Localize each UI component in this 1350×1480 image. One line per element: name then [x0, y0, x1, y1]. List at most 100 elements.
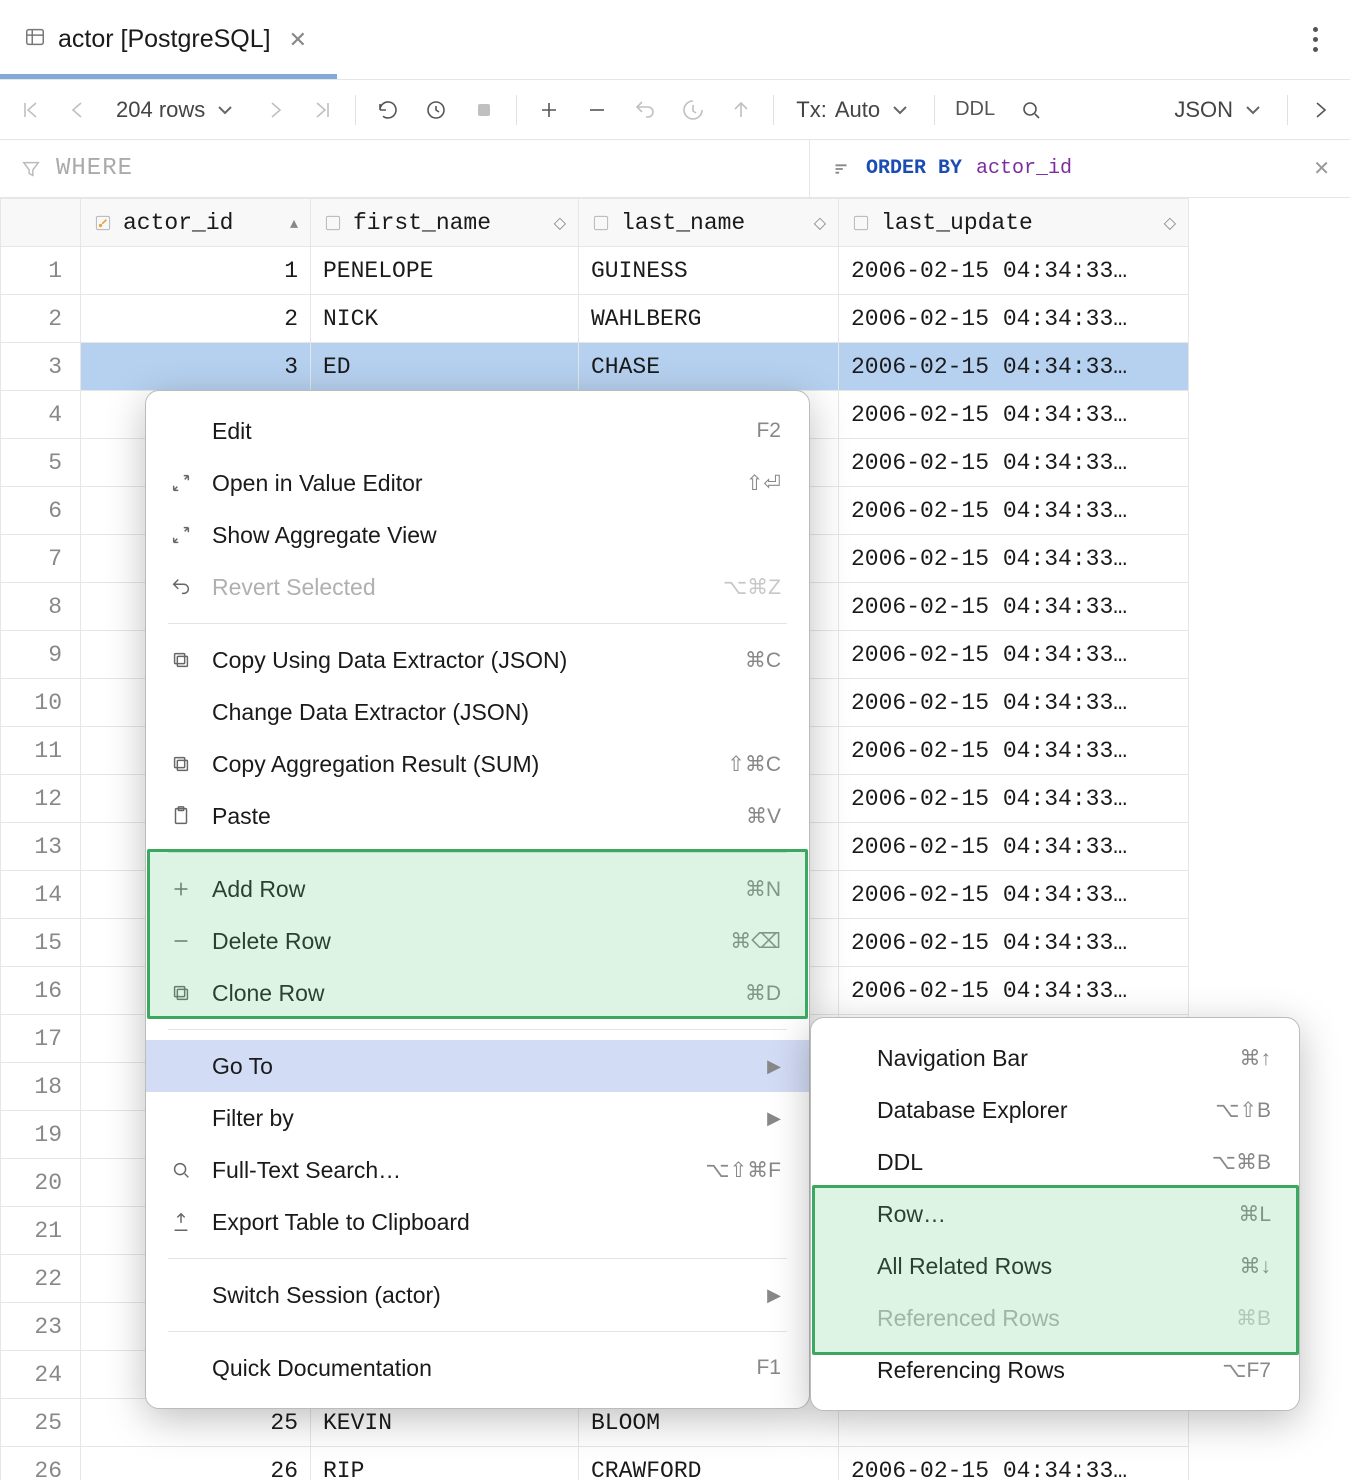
cell-last-name[interactable]: GUINESS	[579, 247, 839, 295]
cell-actor-id[interactable]: 1	[81, 247, 311, 295]
cell-last-update[interactable]: 2006-02-15 04:34:33…	[839, 583, 1189, 631]
more-menu-icon[interactable]	[1301, 27, 1330, 52]
table-row[interactable]: 33EDCHASE2006-02-15 04:34:33…	[1, 343, 1189, 391]
expand-icon	[168, 524, 194, 546]
first-page-button[interactable]	[8, 88, 52, 132]
column-icon	[591, 213, 611, 233]
cell-first-name[interactable]: NICK	[311, 295, 579, 343]
column-header-first-name[interactable]: first_name ◇	[311, 199, 579, 247]
menu-paste[interactable]: Paste⌘V	[146, 790, 809, 842]
tx-mode-dropdown[interactable]: Tx: Auto	[784, 97, 924, 123]
cell-last-update[interactable]: 2006-02-15 04:34:33…	[839, 871, 1189, 919]
row-count-label: 204 rows	[116, 97, 205, 123]
menu-export-clipboard[interactable]: Export Table to Clipboard	[146, 1196, 809, 1248]
menu-filter-by[interactable]: Filter by▶	[146, 1092, 809, 1144]
menu-switch-session[interactable]: Switch Session (actor)▶	[146, 1269, 809, 1321]
submenu-all-related-rows[interactable]: All Related Rows⌘↓	[811, 1240, 1299, 1292]
menu-edit[interactable]: EditF2	[146, 405, 809, 457]
expand-button[interactable]	[1298, 88, 1342, 132]
cell-actor-id[interactable]: 3	[81, 343, 311, 391]
revert-button[interactable]	[623, 88, 667, 132]
prev-page-button[interactable]	[56, 88, 100, 132]
table-row[interactable]: 22NICKWAHLBERG2006-02-15 04:34:33…	[1, 295, 1189, 343]
column-header-actor-id[interactable]: actor_id ▴	[81, 199, 311, 247]
column-header-last-update[interactable]: last_update ◇	[839, 199, 1189, 247]
cell-last-update[interactable]: 2006-02-15 04:34:33…	[839, 967, 1189, 1015]
tab-bar: actor [PostgreSQL] ✕	[0, 0, 1350, 80]
row-count-dropdown[interactable]: 204 rows	[104, 97, 249, 123]
row-gutter: 13	[1, 823, 81, 871]
cell-last-update[interactable]: 2006-02-15 04:34:33…	[839, 823, 1189, 871]
menu-quick-doc[interactable]: Quick DocumentationF1	[146, 1342, 809, 1394]
menu-copy-extractor[interactable]: Copy Using Data Extractor (JSON)⌘C	[146, 634, 809, 686]
next-page-button[interactable]	[253, 88, 297, 132]
add-row-button[interactable]	[527, 88, 571, 132]
menu-add-row[interactable]: Add Row⌘N	[146, 863, 809, 915]
delete-row-button[interactable]	[575, 88, 619, 132]
row-gutter: 3	[1, 343, 81, 391]
table-row[interactable]: 11PENELOPEGUINESS2006-02-15 04:34:33…	[1, 247, 1189, 295]
menu-clone-row[interactable]: Clone Row⌘D	[146, 967, 809, 1019]
stop-button[interactable]	[462, 88, 506, 132]
submit-button[interactable]	[671, 88, 715, 132]
order-by-input[interactable]: ORDER BY actor_id ✕	[810, 140, 1350, 197]
cell-last-name[interactable]: WAHLBERG	[579, 295, 839, 343]
row-gutter: 20	[1, 1159, 81, 1207]
column-icon	[323, 213, 343, 233]
cell-last-update[interactable]: 2006-02-15 04:34:33…	[839, 775, 1189, 823]
order-column: actor_id	[976, 157, 1072, 180]
column-header-last-name[interactable]: last_name ◇	[579, 199, 839, 247]
editor-tab[interactable]: actor [PostgreSQL] ✕	[0, 0, 337, 79]
cell-last-update[interactable]: 2006-02-15 04:34:33…	[839, 919, 1189, 967]
cell-last-update[interactable]: 2006-02-15 04:34:33…	[839, 679, 1189, 727]
upload-button[interactable]	[719, 88, 763, 132]
row-gutter: 24	[1, 1351, 81, 1399]
cell-last-update[interactable]: 2006-02-15 04:34:33…	[839, 343, 1189, 391]
menu-change-extractor[interactable]: Change Data Extractor (JSON)	[146, 686, 809, 738]
menu-full-text-search[interactable]: Full-Text Search…⌥⇧⌘F	[146, 1144, 809, 1196]
cell-last-update[interactable]: 2006-02-15 04:34:33…	[839, 631, 1189, 679]
reload-button[interactable]	[366, 88, 410, 132]
cell-last-update[interactable]: 2006-02-15 04:34:33…	[839, 727, 1189, 775]
where-input[interactable]: WHERE	[0, 140, 810, 197]
cell-first-name[interactable]: PENELOPE	[311, 247, 579, 295]
tab-close-icon[interactable]: ✕	[283, 27, 313, 53]
cell-actor-id[interactable]: 26	[81, 1447, 311, 1480]
menu-go-to[interactable]: Go To▶	[146, 1040, 809, 1092]
cell-first-name[interactable]: ED	[311, 343, 579, 391]
table-row[interactable]: 2626RIPCRAWFORD2006-02-15 04:34:33…	[1, 1447, 1189, 1480]
tx-value: Auto	[835, 97, 880, 123]
column-name: actor_id	[123, 210, 233, 236]
cell-last-update[interactable]: 2006-02-15 04:34:33…	[839, 439, 1189, 487]
menu-open-value-editor[interactable]: Open in Value Editor⇧⏎	[146, 457, 809, 509]
clear-order-icon[interactable]: ✕	[1313, 156, 1330, 182]
header-row: actor_id ▴ first_name ◇ last_name ◇	[1, 199, 1189, 247]
search-button[interactable]	[1009, 88, 1053, 132]
cell-last-update[interactable]: 2006-02-15 04:34:33…	[839, 535, 1189, 583]
menu-delete-row[interactable]: Delete Row⌘⌫	[146, 915, 809, 967]
submenu-row[interactable]: Row…⌘L	[811, 1188, 1299, 1240]
cell-last-update[interactable]: 2006-02-15 04:34:33…	[839, 295, 1189, 343]
row-gutter: 15	[1, 919, 81, 967]
format-dropdown[interactable]: JSON	[1162, 97, 1277, 123]
menu-copy-aggregation[interactable]: Copy Aggregation Result (SUM)⇧⌘C	[146, 738, 809, 790]
submenu-referencing-rows[interactable]: Referencing Rows⌥F7	[811, 1344, 1299, 1396]
cell-last-update[interactable]: 2006-02-15 04:34:33…	[839, 247, 1189, 295]
cell-last-update[interactable]: 2006-02-15 04:34:33…	[839, 487, 1189, 535]
submenu-ddl[interactable]: DDL⌥⌘B	[811, 1136, 1299, 1188]
table-icon	[24, 26, 46, 54]
cell-last-name[interactable]: CHASE	[579, 343, 839, 391]
auto-refresh-button[interactable]	[414, 88, 458, 132]
last-page-button[interactable]	[301, 88, 345, 132]
submenu-database-explorer[interactable]: Database Explorer⌥⇧B	[811, 1084, 1299, 1136]
copy-icon	[168, 753, 194, 775]
cell-first-name[interactable]: RIP	[311, 1447, 579, 1480]
cell-last-update[interactable]: 2006-02-15 04:34:33…	[839, 391, 1189, 439]
submenu-navigation-bar[interactable]: Navigation Bar⌘↑	[811, 1032, 1299, 1084]
cell-actor-id[interactable]: 2	[81, 295, 311, 343]
cell-last-update[interactable]: 2006-02-15 04:34:33…	[839, 1447, 1189, 1480]
filter-icon	[20, 158, 42, 180]
menu-show-aggregate[interactable]: Show Aggregate View	[146, 509, 809, 561]
cell-last-name[interactable]: CRAWFORD	[579, 1447, 839, 1480]
ddl-button[interactable]: DDL	[945, 88, 1005, 132]
